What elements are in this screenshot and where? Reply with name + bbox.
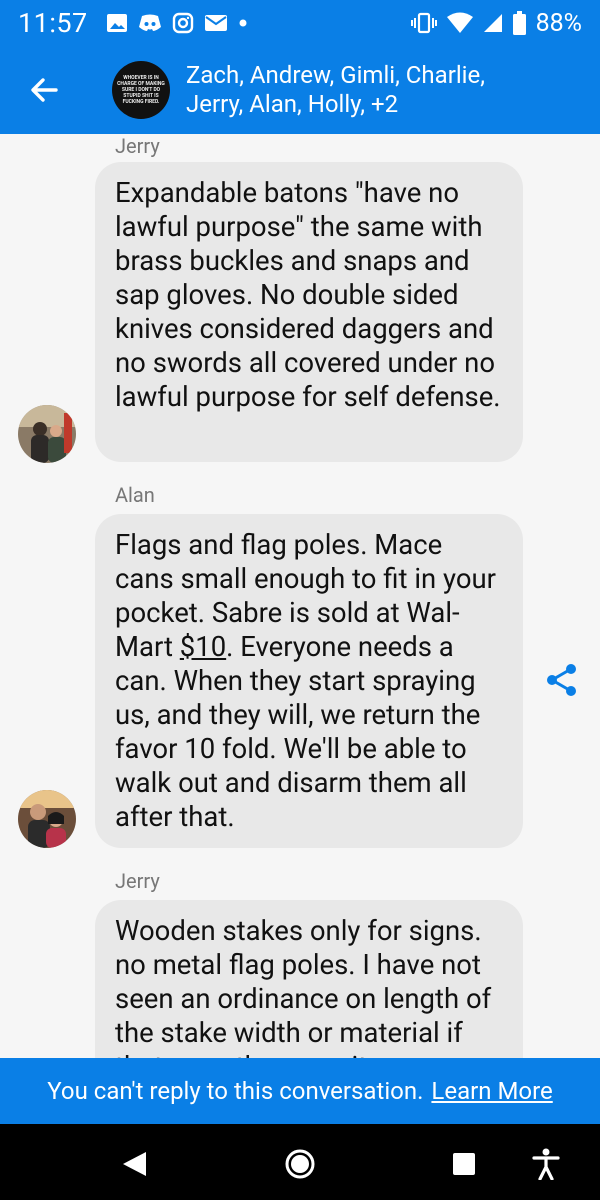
message-bubble[interactable]: Expandable batons "have no lawful purpos… (95, 162, 523, 462)
nav-home-button[interactable] (280, 1144, 320, 1184)
status-right: 88% (410, 8, 582, 38)
nav-back-button[interactable] (114, 1144, 154, 1184)
message-list[interactable]: Jerry Expandable batons "have no lawful … (0, 134, 600, 1058)
sender-name: Jerry (115, 869, 160, 893)
wifi-icon (446, 12, 473, 34)
mail-icon (204, 13, 228, 33)
group-avatar[interactable]: Whoever is in charge of making sure I do… (112, 61, 170, 119)
sender-name: Alan (115, 483, 155, 507)
price-link[interactable]: $10 (180, 630, 226, 663)
discord-icon (138, 13, 162, 33)
image-icon (106, 12, 128, 34)
accessibility-button[interactable] (526, 1144, 566, 1184)
learn-more-link[interactable]: Learn More (431, 1077, 552, 1105)
accessibility-icon (532, 1148, 560, 1180)
instagram-icon (172, 12, 194, 34)
sender-name: Jerry (115, 134, 160, 158)
nav-recents-button[interactable] (444, 1144, 484, 1184)
arrow-left-icon (31, 78, 58, 102)
message-bubble[interactable]: Wooden stakes only for signs. no metal f… (95, 900, 523, 1058)
circle-home-icon (285, 1149, 315, 1179)
share-icon (547, 664, 576, 696)
avatar[interactable] (18, 790, 76, 848)
battery-icon (512, 11, 526, 35)
status-time: 11:57 (18, 7, 88, 39)
notification-icons (106, 12, 248, 34)
reply-disabled-notice: You can't reply to this conversation. (47, 1077, 424, 1105)
vibrate-icon (410, 12, 437, 34)
dot-icon (238, 18, 248, 28)
conversation-header: Whoever is in charge of making sure I do… (0, 46, 600, 134)
triangle-back-icon (123, 1152, 146, 1176)
conversation-title[interactable]: Zach, Andrew, Gimli, Charlie, Jerry, Ala… (186, 61, 546, 119)
reply-disabled-banner: You can't reply to this conversation. Le… (0, 1058, 600, 1124)
square-recents-icon (453, 1153, 475, 1175)
system-nav-bar (0, 1124, 600, 1200)
back-button[interactable] (0, 46, 88, 134)
group-avatar-text: Whoever is in charge of making sure I do… (117, 75, 165, 105)
battery-percentage: 88% (535, 8, 582, 38)
avatar[interactable] (18, 405, 76, 463)
share-button[interactable] (544, 662, 580, 698)
status-bar: 11:57 88% (0, 0, 600, 46)
signal-icon (483, 13, 503, 33)
message-bubble[interactable]: Flags and flag poles. Mace cans small en… (95, 514, 523, 848)
